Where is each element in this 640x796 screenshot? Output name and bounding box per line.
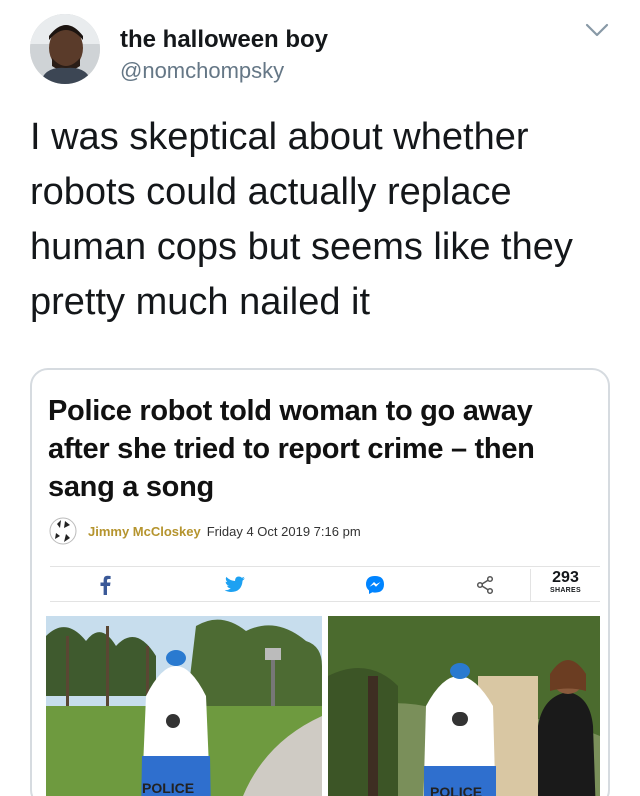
article-photo-left[interactable]: POLICE xyxy=(46,616,322,796)
twitter-share-button[interactable] xyxy=(170,567,300,603)
tweet-header: the halloween boy @nomchompsky xyxy=(30,14,620,86)
messenger-icon xyxy=(366,576,384,594)
article-card[interactable]: Police robot told woman to go away after… xyxy=(30,368,610,796)
facebook-share-button[interactable] xyxy=(50,567,160,603)
robot-label-right: POLICE xyxy=(430,784,483,796)
avatar[interactable] xyxy=(30,14,100,84)
share-button[interactable] xyxy=(440,567,530,603)
article-headline[interactable]: Police robot told woman to go away after… xyxy=(48,392,578,506)
share-icon xyxy=(476,575,494,595)
display-name[interactable]: the halloween boy xyxy=(120,26,328,54)
article-author[interactable]: Jimmy McCloskey xyxy=(88,524,201,539)
article-date: Friday 4 Oct 2019 7:16 pm xyxy=(206,523,361,539)
messenger-share-button[interactable] xyxy=(310,567,440,603)
chevron-down-icon[interactable] xyxy=(584,20,610,40)
article-byline: Jimmy McCloskey Friday 4 Oct 2019 7:16 p… xyxy=(48,516,361,546)
share-count-label: SHARES xyxy=(550,587,581,594)
tweet-text: I was skeptical about whether robots cou… xyxy=(30,116,573,323)
user-handle[interactable]: @nomchompsky xyxy=(120,58,284,84)
article-photo-right[interactable]: POLICE xyxy=(328,616,600,796)
share-count-number: 293 xyxy=(552,569,579,586)
twitter-icon xyxy=(224,576,245,593)
publisher-logo-icon xyxy=(49,517,77,545)
share-bar: 293 SHARES xyxy=(50,566,600,602)
facebook-icon xyxy=(100,575,111,595)
robot-label-left: POLICE xyxy=(142,780,195,796)
share-count: 293 SHARES xyxy=(530,569,600,601)
